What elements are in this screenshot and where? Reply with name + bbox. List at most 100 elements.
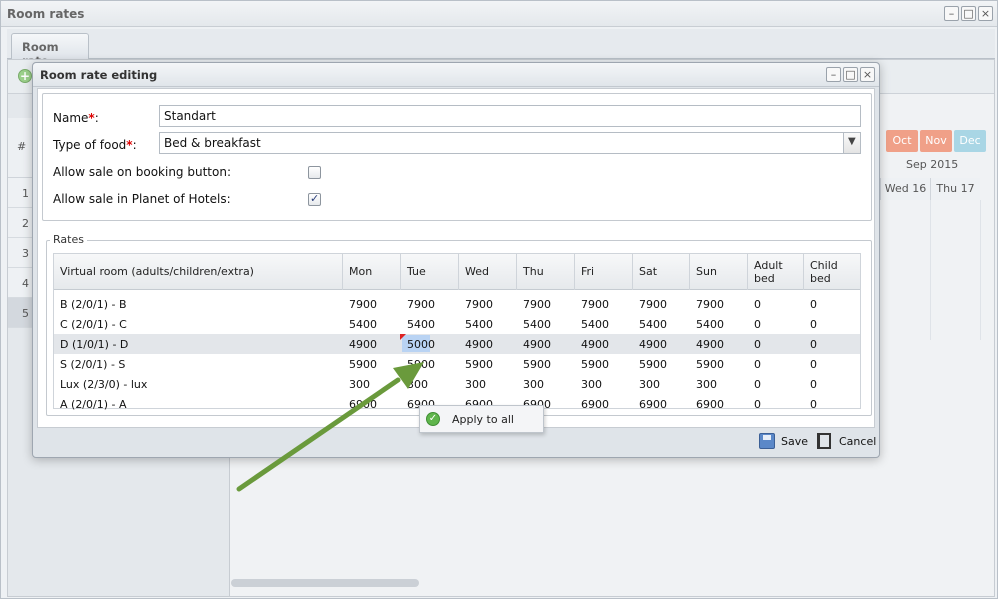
- table-cell[interactable]: 0: [754, 358, 761, 371]
- apply-to-all-item[interactable]: Apply to all: [452, 413, 514, 426]
- grid-divider: [980, 200, 981, 340]
- minimize-icon[interactable]: –: [944, 6, 959, 21]
- col-adult-bed[interactable]: Adult bed: [748, 254, 804, 290]
- table-cell[interactable]: 0: [810, 318, 817, 331]
- col-thu[interactable]: Thu: [517, 254, 575, 290]
- table-row[interactable]: S (2/0/1) - S 5900 5900 5900 5900 5900 5900 590…: [54, 354, 860, 374]
- food-label: Type of food*:: [53, 138, 137, 152]
- add-icon[interactable]: +: [18, 69, 32, 83]
- table-cell[interactable]: 5400: [581, 318, 609, 331]
- save-label: Save: [781, 435, 809, 448]
- table-cell[interactable]: 5400: [407, 318, 435, 331]
- table-cell[interactable]: 5900: [581, 358, 609, 371]
- close-icon[interactable]: ×: [978, 6, 993, 21]
- table-cell[interactable]: 4900: [349, 338, 377, 351]
- table-cell[interactable]: 7900: [523, 298, 551, 311]
- table-cell[interactable]: 5400: [349, 318, 377, 331]
- table-cell[interactable]: 300: [581, 378, 602, 391]
- table-cell[interactable]: 0: [754, 298, 761, 311]
- table-cell[interactable]: 7900: [407, 298, 435, 311]
- maximize-icon[interactable]: □: [961, 6, 976, 21]
- col-child-bed[interactable]: Child bed: [804, 254, 860, 290]
- name-input[interactable]: Standart: [159, 105, 861, 127]
- table-cell[interactable]: 4900: [523, 338, 551, 351]
- dialog-minimize-icon[interactable]: –: [826, 67, 841, 82]
- table-cell[interactable]: 7900: [581, 298, 609, 311]
- table-cell[interactable]: 0: [754, 378, 761, 391]
- horizontal-scrollbar[interactable]: [231, 579, 419, 587]
- table-cell[interactable]: 0: [810, 298, 817, 311]
- table-cell[interactable]: 5400: [639, 318, 667, 331]
- table-row[interactable]: D (1/0/1) - D 4900 5000 4900 4900 4900 4900 490…: [54, 334, 860, 354]
- table-cell[interactable]: 6900: [639, 398, 667, 411]
- table-cell[interactable]: 5400: [523, 318, 551, 331]
- table-cell[interactable]: C (2/0/1) - C: [60, 318, 127, 331]
- table-cell[interactable]: 5900: [696, 358, 724, 371]
- table-cell[interactable]: 5400: [465, 318, 493, 331]
- table-cell[interactable]: B (2/0/1) - B: [60, 298, 127, 311]
- dialog-maximize-icon[interactable]: □: [843, 67, 858, 82]
- month-button-dec[interactable]: Dec: [954, 130, 986, 152]
- table-cell[interactable]: 7900: [696, 298, 724, 311]
- day-header: Wed 16: [880, 178, 930, 200]
- table-cell[interactable]: 0: [810, 378, 817, 391]
- col-virtual-room[interactable]: Virtual room (adults/children/extra): [54, 254, 343, 290]
- tab-room-rate[interactable]: Room rate: [11, 33, 89, 68]
- table-cell[interactable]: 7900: [639, 298, 667, 311]
- month-button-nov[interactable]: Nov: [920, 130, 952, 152]
- col-wed[interactable]: Wed: [459, 254, 517, 290]
- col-sat[interactable]: Sat: [633, 254, 690, 290]
- table-cell[interactable]: 4900: [465, 338, 493, 351]
- col-tue[interactable]: Tue: [401, 254, 459, 290]
- table-cell[interactable]: D (1/0/1) - D: [60, 338, 128, 351]
- table-cell[interactable]: 5400: [696, 318, 724, 331]
- table-cell[interactable]: 0: [754, 398, 761, 411]
- table-cell[interactable]: 300: [465, 378, 486, 391]
- table-cell[interactable]: S (2/0/1) - S: [60, 358, 125, 371]
- dialog-close-icon[interactable]: ×: [860, 67, 875, 82]
- table-row[interactable]: C (2/0/1) - C 5400 5400 5400 5400 5400 5400 540…: [54, 314, 860, 334]
- table-cell[interactable]: 6900: [581, 398, 609, 411]
- table-row[interactable]: Lux (2/3/0) - lux 300 300 300 300 300 300 300 0 0: [54, 374, 860, 394]
- chevron-down-icon[interactable]: ▼: [843, 132, 861, 154]
- dirty-cell-marker: [400, 334, 406, 340]
- planet-checkbox[interactable]: ✓: [308, 192, 321, 206]
- table-cell[interactable]: 6900: [349, 398, 377, 411]
- table-cell[interactable]: 0: [810, 358, 817, 371]
- table-cell[interactable]: 4900: [581, 338, 609, 351]
- month-button-oct[interactable]: Oct: [886, 130, 918, 152]
- table-cell[interactable]: 0: [810, 398, 817, 411]
- table-cell[interactable]: 6900: [696, 398, 724, 411]
- table-cell[interactable]: 0: [754, 318, 761, 331]
- row-number: 5: [22, 307, 29, 320]
- grid-divider: [930, 200, 931, 340]
- table-cell[interactable]: 7900: [349, 298, 377, 311]
- table-cell[interactable]: 5900: [639, 358, 667, 371]
- table-row[interactable]: B (2/0/1) - B 7900 7900 7900 7900 7900 7900 790…: [54, 294, 860, 314]
- col-fri[interactable]: Fri: [575, 254, 633, 290]
- table-cell[interactable]: 300: [349, 378, 370, 391]
- table-cell[interactable]: 4900: [639, 338, 667, 351]
- table-cell[interactable]: 5900: [523, 358, 551, 371]
- table-cell[interactable]: 5000: [407, 338, 435, 351]
- table-cell[interactable]: 7900: [465, 298, 493, 311]
- table-cell[interactable]: 300: [696, 378, 717, 391]
- general-fieldset: Name*: Standart Type of food*: Bed & bre…: [42, 93, 872, 221]
- room-rate-editing-dialog: Room rate editing – □ × Name*: Standart …: [32, 62, 880, 458]
- table-cell[interactable]: A (2/0/1) - A: [60, 398, 127, 411]
- booking-checkbox[interactable]: [308, 166, 321, 179]
- table-cell[interactable]: 0: [810, 338, 817, 351]
- col-mon[interactable]: Mon: [343, 254, 401, 290]
- table-cell[interactable]: 0: [754, 338, 761, 351]
- table-cell[interactable]: 300: [407, 378, 428, 391]
- food-select[interactable]: Bed & breakfast ▼: [159, 132, 861, 154]
- table-cell[interactable]: 5900: [407, 358, 435, 371]
- col-sun[interactable]: Sun: [690, 254, 748, 290]
- table-cell[interactable]: 300: [523, 378, 544, 391]
- table-cell[interactable]: 4900: [696, 338, 724, 351]
- table-cell[interactable]: Lux (2/3/0) - lux: [60, 378, 147, 391]
- rates-table-header: Virtual room (adults/children/extra) Mon…: [54, 254, 860, 290]
- table-cell[interactable]: 5900: [349, 358, 377, 371]
- table-cell[interactable]: 5900: [465, 358, 493, 371]
- table-cell[interactable]: 300: [639, 378, 660, 391]
